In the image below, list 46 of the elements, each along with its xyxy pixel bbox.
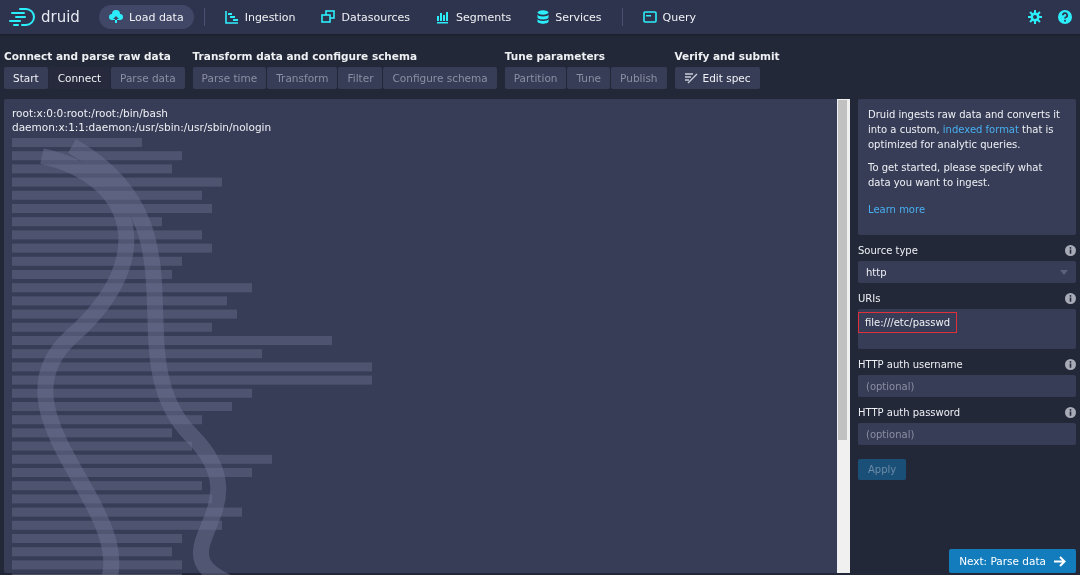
nav-tab[interactable]: Segments — [426, 5, 522, 29]
logo-text: druid — [41, 8, 80, 26]
nav-tab[interactable]: Datasources — [311, 5, 420, 29]
input-field[interactable]: (optional) — [858, 423, 1076, 445]
field-label: Source type — [858, 245, 918, 256]
info-icon[interactable] — [1065, 407, 1076, 418]
info-text: Druid ingests raw data and converts it into a custom, indexed format that is optimized for analytic queries. — [868, 108, 1062, 152]
step-group-title: Connect and parse raw data — [4, 50, 172, 62]
field-label: HTTP auth password — [858, 407, 961, 418]
caret-icon — [1060, 269, 1068, 275]
edit-icon — [683, 72, 698, 84]
scrollbar[interactable] — [837, 99, 850, 573]
nav-tab[interactable]: Query — [632, 5, 707, 29]
logo-icon — [8, 6, 38, 28]
database-icon — [537, 10, 550, 24]
step-tab[interactable]: Edit spec — [674, 67, 760, 89]
step-tab[interactable]: Connect — [48, 67, 111, 89]
bar-chart-icon — [436, 10, 450, 24]
nav-tab[interactable]: Ingestion — [214, 5, 306, 29]
info-icon[interactable] — [1065, 245, 1076, 256]
indexed-format-link[interactable]: indexed format — [942, 124, 1019, 135]
step-tab[interactable]: Start — [4, 67, 48, 89]
nav-tab[interactable]: Services — [527, 5, 612, 29]
settings-icon[interactable] — [1028, 10, 1042, 24]
learn-more-link[interactable]: Learn more — [868, 204, 926, 215]
gantt-chart-icon — [224, 10, 239, 24]
step-group-title: Verify and submit — [674, 50, 780, 62]
next-button[interactable]: Next: Parse data — [949, 549, 1076, 573]
uris-textarea[interactable]: file:///etc/passwd — [858, 309, 1076, 349]
input-field[interactable]: (optional) — [858, 375, 1076, 397]
step-group-title: Tune parameters — [504, 50, 606, 62]
stacked-windows-icon — [321, 10, 336, 24]
upload-icon — [109, 10, 123, 24]
info-text: To get started, please specify what data you want to ingest. — [868, 161, 1044, 190]
data-line: daemon:x:1:1:daemon:/usr/sbin:/usr/sbin/nologin — [12, 120, 273, 134]
nav-tab[interactable]: Load data — [99, 5, 194, 29]
field-label: HTTP auth username — [858, 359, 963, 370]
source-type-select[interactable]: http — [858, 261, 1076, 283]
help-icon[interactable] — [1058, 10, 1072, 24]
step-group-title: Transform data and configure schema — [192, 50, 418, 62]
field-label: URIs — [858, 293, 881, 304]
info-icon[interactable] — [1065, 359, 1076, 370]
info-icon[interactable] — [1065, 293, 1076, 304]
console-icon — [642, 11, 657, 23]
arrow-right-icon — [1054, 555, 1066, 567]
data-line: root:x:0:0:root:/root:/bin/bash — [12, 106, 170, 120]
